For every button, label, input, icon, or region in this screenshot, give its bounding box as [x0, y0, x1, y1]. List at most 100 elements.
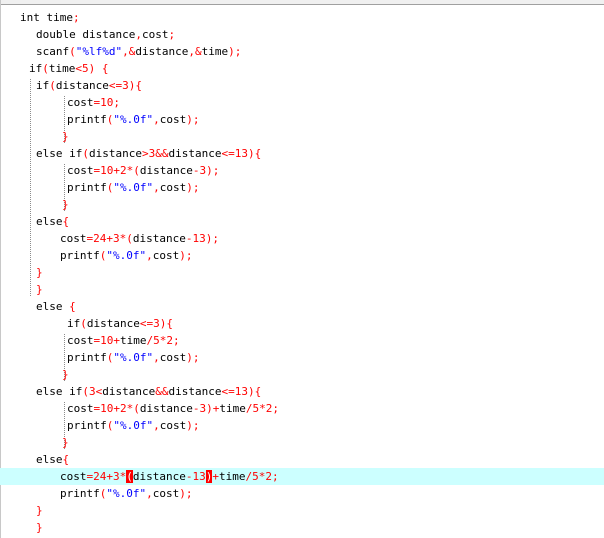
code-line-content: else{ — [36, 213, 69, 230]
code-token: } — [62, 130, 69, 143]
code-line-content: printf("%.0f",cost); — [60, 485, 193, 502]
editor-top-border — [0, 0, 604, 5]
code-token: 13 — [192, 232, 206, 245]
code-token: ; — [272, 402, 279, 415]
code-token: 10 — [100, 334, 114, 347]
code-token: ); — [186, 351, 200, 364]
code-line-content: if(distance<=3){ — [67, 315, 173, 332]
code-line-content: int time; — [20, 9, 80, 26]
code-token: cost — [67, 164, 94, 177]
code-token: time — [48, 62, 76, 75]
code-token: 24 — [93, 232, 107, 245]
code-line-content: } — [62, 196, 69, 213]
code-token: } — [36, 266, 43, 279]
code-token: , — [153, 181, 160, 194]
code-token: distance — [88, 147, 142, 160]
code-token: <= — [221, 385, 235, 398]
code-token: 5 — [82, 62, 89, 75]
code-token: { — [62, 300, 76, 313]
code-token: + — [113, 164, 120, 177]
code-token: printf — [60, 249, 100, 262]
code-token: distance — [55, 79, 109, 92]
code-token: ; — [168, 28, 176, 41]
code-line-content: else if(distance>3&&distance<=13){ — [36, 145, 261, 162]
code-line-content: if(time<5) { — [29, 60, 109, 77]
code-token: 13 — [234, 147, 248, 160]
code-token: { — [62, 453, 70, 466]
code-token: > — [141, 147, 149, 160]
code-editor[interactable]: int time; double distance,cost; scanf("%lf… — [0, 0, 604, 538]
code-token: cost — [141, 28, 169, 41]
code-token: , — [153, 351, 160, 364]
code-token: cost — [159, 419, 187, 432]
code-token: time — [120, 334, 147, 347]
code-line-content: cost=10+time/5*2; — [67, 332, 180, 349]
code-token: 10 — [100, 96, 114, 109]
code-token: cost — [152, 487, 180, 500]
code-token: + — [212, 470, 219, 483]
code-line-content: printf("%.0f",cost); — [67, 349, 200, 366]
code-token: "%.0f" — [113, 351, 154, 364]
code-token: ( — [82, 147, 89, 160]
code-token: } — [62, 436, 69, 449]
code-token: distance — [139, 402, 193, 415]
code-token: , — [135, 28, 142, 41]
code-line-content: scanf("%lf%d",&distance,&time); — [36, 43, 241, 60]
code-line-content: } — [36, 519, 43, 536]
code-token: double — [36, 28, 76, 41]
code-token: cost — [67, 334, 94, 347]
code-line-content: if(distance<=3){ — [36, 77, 142, 94]
code-token: } — [62, 368, 69, 381]
code-token: printf — [60, 487, 100, 500]
code-token: + — [106, 470, 113, 483]
code-token: ) { — [88, 62, 109, 75]
code-token: * — [259, 402, 266, 415]
code-line-content: cost=10; — [67, 94, 120, 111]
code-token: 5 — [252, 470, 259, 483]
code-token: ,& — [122, 45, 136, 58]
code-token: } — [36, 283, 43, 296]
code-token: "%.0f" — [106, 487, 147, 500]
current-code-line[interactable]: cost=24+3*(distance-13)+time/5*2; — [0, 468, 604, 485]
code-token: ){ — [247, 385, 262, 398]
code-token: ( — [42, 62, 49, 75]
code-line-content: cost=24+3*(distance-13)+time/5*2; — [60, 468, 279, 485]
code-token: ( — [82, 385, 89, 398]
code-token: distance — [139, 164, 193, 177]
code-token: else — [36, 300, 63, 313]
code-token: ); — [205, 232, 219, 245]
code-token: scanf — [36, 45, 70, 58]
code-token: ,& — [188, 45, 202, 58]
code-token: distance — [135, 45, 189, 58]
editor-left-border — [0, 0, 1, 538]
code-token: else if — [36, 385, 83, 398]
code-token: } — [36, 504, 43, 517]
code-token: time — [218, 470, 246, 483]
code-token: <= — [221, 147, 235, 160]
code-token: < — [75, 62, 82, 75]
code-line-content: else{ — [36, 451, 69, 468]
code-token: distance — [132, 232, 186, 245]
code-token: *( — [126, 402, 140, 415]
code-line-content: else if(3<distance&&distance<=13){ — [36, 383, 261, 400]
code-token: 3 — [113, 232, 120, 245]
code-token: if — [29, 62, 43, 75]
code-token: 13 — [234, 385, 248, 398]
code-token: distance — [132, 470, 186, 483]
code-token: , — [146, 487, 153, 500]
code-token: "%.0f" — [113, 113, 154, 126]
code-token: ; — [271, 470, 279, 483]
code-token: cost — [67, 96, 94, 109]
code-token: ; — [113, 96, 120, 109]
code-token: } — [36, 521, 43, 534]
code-line-content: printf("%.0f",cost); — [67, 179, 200, 196]
code-token: 5 — [153, 334, 160, 347]
code-token: ); — [228, 45, 242, 58]
code-token: printf — [67, 113, 107, 126]
code-token: 10 — [100, 164, 114, 177]
code-token: 3 — [88, 385, 96, 398]
code-token: distance — [168, 385, 222, 398]
code-token: 3 — [113, 470, 120, 483]
code-token: if — [36, 79, 50, 92]
code-line-content: printf("%.0f",cost); — [67, 417, 200, 434]
